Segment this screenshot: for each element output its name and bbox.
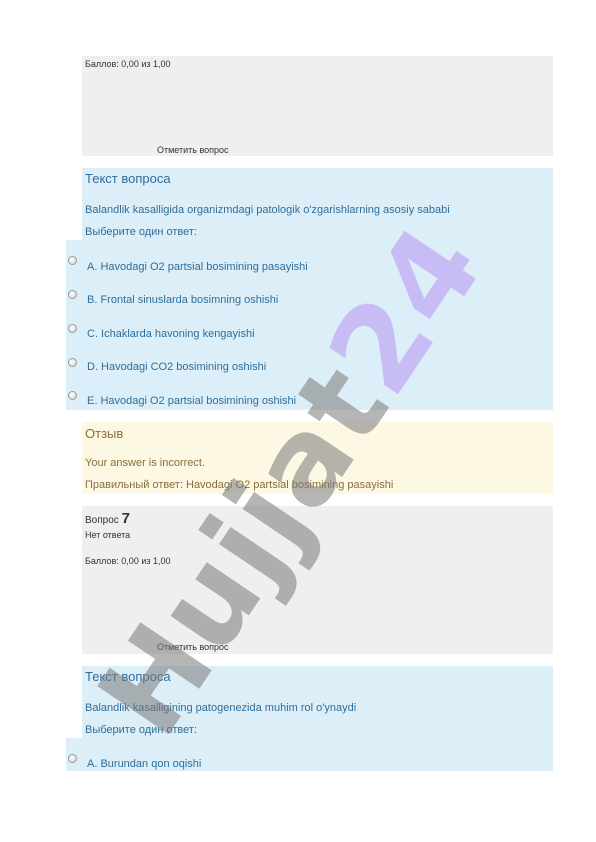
question-state: Нет ответа xyxy=(85,530,131,540)
question-info-block: Баллов: 0,00 из 1,00 Отметить вопрос xyxy=(82,56,553,156)
grade-text: Баллов: 0,00 из 1,00 xyxy=(85,59,171,69)
correct-answer-text: Правильный ответ: Havodagi O2 partsial b… xyxy=(85,479,394,491)
answer-prompt: Выберите один ответ: xyxy=(85,724,197,736)
question-text-heading: Текст вопроса xyxy=(85,669,171,684)
answer-option-d: D. Havodagi CO2 bosimining oshishi xyxy=(87,361,267,373)
answer-prompt: Выберите один ответ: xyxy=(85,226,197,238)
answer-option-c: C. Ichaklarda havoning kengayishi xyxy=(87,328,255,340)
question-info-block: Вопрос 7 Нет ответа Баллов: 0,00 из 1,00… xyxy=(82,506,553,654)
answer-option-e: E. Havodagi O2 partsial bosimining oshis… xyxy=(87,395,297,407)
question-text-block: Текст вопроса Balandlik kasalligining pa… xyxy=(82,666,553,738)
question-number-value: 7 xyxy=(121,510,130,527)
answers-block: A. Burundan qon oqishi xyxy=(66,738,553,771)
question-text-heading: Текст вопроса xyxy=(85,171,171,186)
question-text-block: Текст вопроса Balandlik kasalligida orga… xyxy=(82,168,553,240)
feedback-block: Отзыв Your answer is incorrect. Правильн… xyxy=(82,422,553,494)
radio-option-a[interactable] xyxy=(68,754,77,763)
answer-option-a: A. Burundan qon oqishi xyxy=(87,758,202,770)
answer-option-a: A. Havodagi O2 partsial bosimining pasay… xyxy=(87,261,308,273)
radio-option-b[interactable] xyxy=(68,290,77,299)
radio-option-c[interactable] xyxy=(68,324,77,333)
radio-option-d[interactable] xyxy=(68,358,77,367)
feedback-heading: Отзыв xyxy=(85,426,124,441)
flag-question-link[interactable]: Отметить вопрос xyxy=(157,642,229,652)
question-number: Вопрос 7 xyxy=(85,510,130,527)
question-text: Balandlik kasalligining patogenezida muh… xyxy=(85,702,357,714)
feedback-text: Your answer is incorrect. xyxy=(85,457,206,469)
grade-text: Баллов: 0,00 из 1,00 xyxy=(85,556,171,566)
answers-block: A. Havodagi O2 partsial bosimining pasay… xyxy=(66,240,553,410)
answer-option-b: B. Frontal sinuslarda bosimning oshishi xyxy=(87,294,279,306)
question-label: Вопрос xyxy=(85,515,119,526)
question-text: Balandlik kasalligida organizmdagi patol… xyxy=(85,204,450,216)
flag-question-link[interactable]: Отметить вопрос xyxy=(157,145,229,155)
radio-option-e[interactable] xyxy=(68,391,77,400)
radio-option-a[interactable] xyxy=(68,256,77,265)
